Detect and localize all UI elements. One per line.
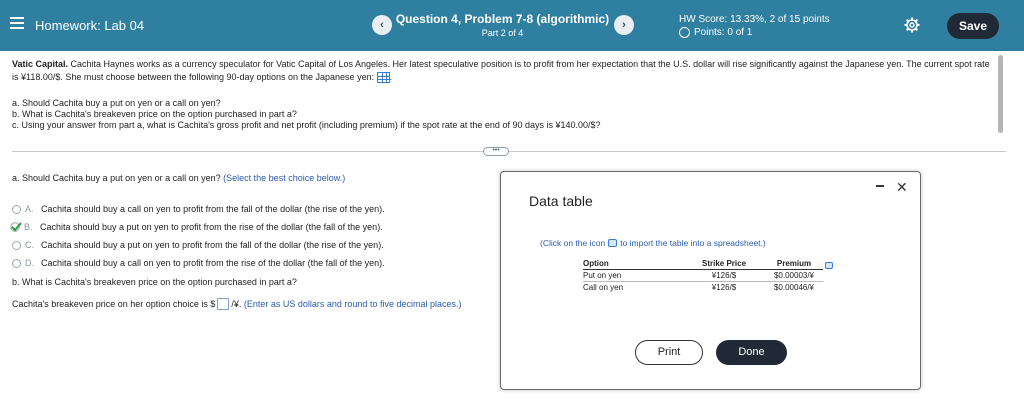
points-text: Points: 0 of 1 [694,27,753,38]
top-bar: Homework: Lab 04 ‹ Question 4, Problem 7… [0,0,1024,51]
settings-gear-icon[interactable] [904,17,920,33]
import-instructions: (Click on the icon to import the table i… [540,238,766,248]
part-a-question: a. Should Cachita buy a put on yen or a … [12,173,221,183]
save-button[interactable]: Save [947,13,999,39]
question-c: c. Using your answer from part a, what i… [12,120,601,130]
radio-icon[interactable] [12,204,21,214]
problem-statement: Vatic Capital. Cachita Haynes works as a… [12,58,992,84]
choice-text: Cachita should buy a call on yen to prof… [41,204,385,214]
table-cell: Call on yen [583,283,624,293]
question-part: Part 2 of 4 [481,28,524,38]
table-cell: $0.00003/¥ [765,269,823,282]
table-row: Put on yen ¥126/$ $0.00003/¥ [583,269,823,282]
problem-text-end: . [389,72,393,82]
table-row: Call on yen ¥126/$ $0.00046/¥ [583,282,823,294]
choice-d[interactable]: D. Cachita should buy a call on yen to p… [12,254,385,272]
column-header: Option [583,258,683,270]
homework-title: Homework: Lab 04 [35,18,145,33]
breakeven-prefix: Cachita's breakeven price on her option … [12,299,216,309]
column-header: Premium [765,258,823,270]
question-a: a. Should Cachita buy a put on yen or a … [12,98,221,108]
import-text-post: to import the table into a spreadsheet.) [620,238,766,248]
table-cell: Put on yen [583,269,683,282]
table-cell: $0.00046/¥ [773,283,815,293]
done-button[interactable]: Done [716,340,787,365]
data-table-grid-icon[interactable] [376,72,390,84]
choice-text: Cachita should buy a call on yen to prof… [41,258,385,268]
choice-letter: C. [25,240,34,250]
choice-c[interactable]: C. Cachita should buy a put on yen to pr… [12,236,385,254]
options-table: Option Strike Price Premium Put on yen ¥… [583,258,823,294]
choice-letter: B. [24,222,33,232]
print-button[interactable]: Print [635,340,703,365]
part-b-prompt: b. What is Cachita's breakeven price on … [12,277,297,287]
divider-handle[interactable]: ••• [483,147,509,156]
next-question-button[interactable]: › [614,15,634,35]
hw-score: HW Score: 13.33%, 2 of 15 points [679,14,830,25]
import-text-pre: (Click on the icon [540,238,606,248]
section-divider [12,151,1006,152]
choice-text: Cachita should buy a put on yen to profi… [41,240,384,250]
part-a-hint: (Select the best choice below.) [223,173,346,183]
import-spreadsheet-icon[interactable] [608,239,618,247]
vertical-scrollbar[interactable] [998,55,1003,133]
previous-question-button[interactable]: ‹ [372,15,392,35]
radio-icon[interactable] [12,258,21,268]
table-header-row: Option Strike Price Premium [583,258,823,270]
choice-a[interactable]: A. Cachita should buy a call on yen to p… [12,200,385,218]
breakeven-answer-input[interactable] [217,298,230,310]
problem-text: Cachita Haynes works as a currency specu… [12,59,990,82]
hamburger-menu-icon[interactable] [10,17,24,29]
breakeven-suffix: /¥. [231,299,242,309]
question-list: a. Should Cachita buy a put on yen or a … [12,98,601,131]
close-icon[interactable]: ✕ [896,180,908,194]
points-ring-icon [679,27,690,38]
column-header: Strike Price [683,258,765,270]
choice-list: A. Cachita should buy a call on yen to p… [10,200,385,272]
data-table-dialog: Data table ✕ (Click on the icon to impor… [500,171,921,390]
minimize-icon[interactable] [876,185,884,187]
question-title: Question 4, Problem 7-8 (algorithmic) [395,12,610,26]
choice-b[interactable]: B. Cachita should buy a put on yen to pr… [10,218,385,236]
choice-letter: D. [25,258,34,268]
dialog-title: Data table [529,193,593,209]
choice-letter: A. [25,204,34,214]
breakeven-answer-line: Cachita's breakeven price on her option … [12,298,461,310]
copy-table-icon[interactable] [825,262,833,269]
radio-icon[interactable] [12,240,21,250]
choice-text: Cachita should buy a put on yen to profi… [40,222,383,232]
part-a-prompt: a. Should Cachita buy a put on yen or a … [12,173,345,183]
breakeven-hint: (Enter as US dollars and round to five d… [243,299,462,309]
checkmark-icon[interactable] [10,222,22,232]
table-cell: ¥126/$ [683,269,765,282]
question-b: b. What is Cachita's breakeven price on … [12,109,297,119]
table-cell: ¥126/$ [711,283,737,293]
points-status: Points: 0 of 1 [679,27,752,38]
problem-company: Vatic Capital. [12,59,69,69]
